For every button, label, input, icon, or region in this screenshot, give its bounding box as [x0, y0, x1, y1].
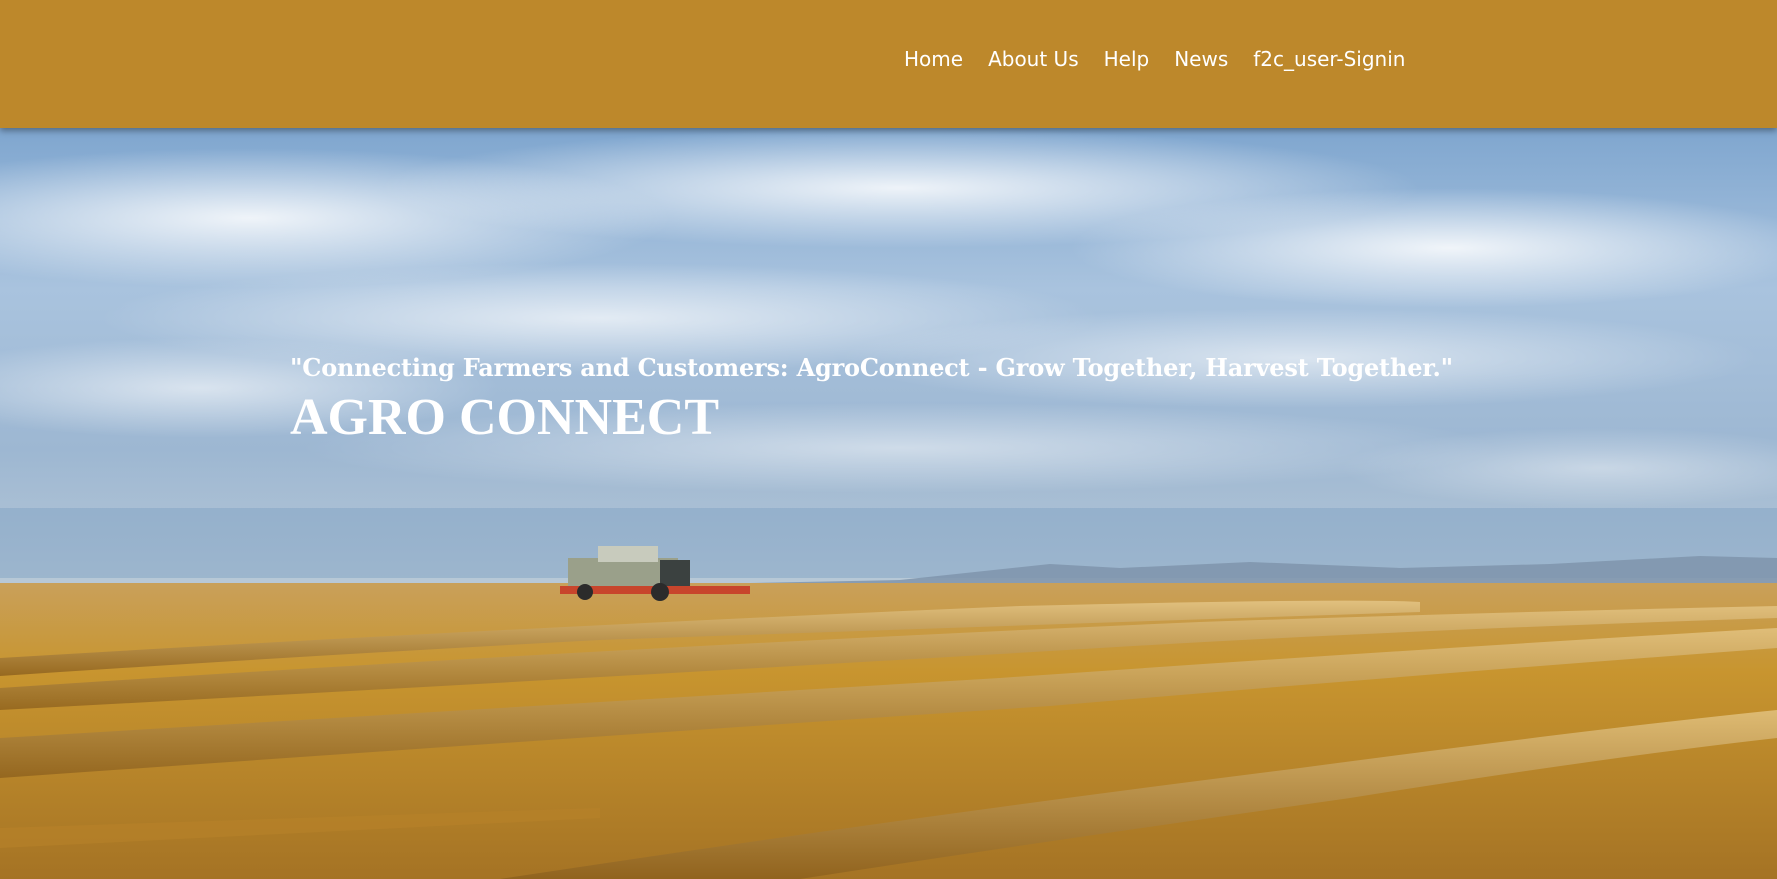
hero-text: "Connecting Farmers and Customers: AgroC… — [290, 353, 1453, 447]
hero-tagline: "Connecting Farmers and Customers: AgroC… — [290, 353, 1453, 382]
hero-section: "Connecting Farmers and Customers: AgroC… — [0, 128, 1777, 879]
hero-background-image — [0, 128, 1777, 879]
nav-help-link[interactable]: Help — [1104, 44, 1150, 74]
top-navbar: Home About Us Help News f2c_user-Signin — [0, 0, 1777, 128]
hero-title: AGRO CONNECT — [290, 389, 720, 446]
nav-news-link[interactable]: News — [1174, 44, 1228, 74]
nav-home-link[interactable]: Home — [904, 44, 963, 74]
nav-signin-link[interactable]: f2c_user-Signin — [1253, 44, 1405, 74]
nav-links: Home About Us Help News f2c_user-Signin — [904, 44, 1430, 74]
nav-about-us-link[interactable]: About Us — [988, 44, 1079, 74]
